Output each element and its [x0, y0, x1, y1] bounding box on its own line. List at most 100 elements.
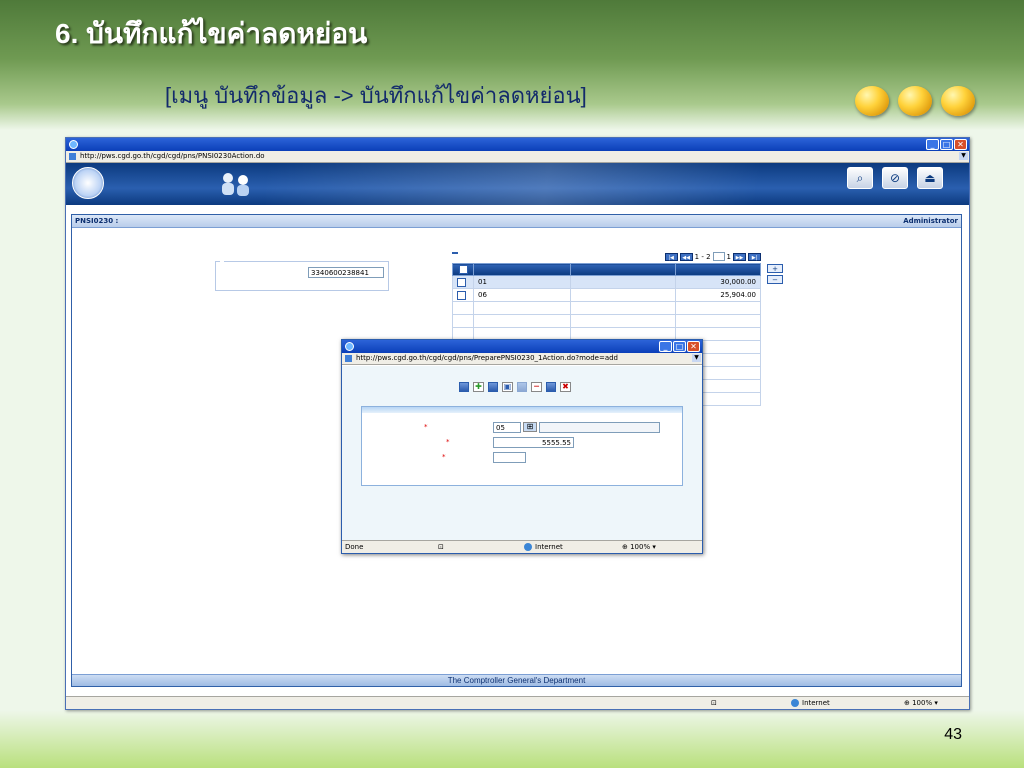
- zoom-control[interactable]: ⊕ 100% ▾: [904, 697, 938, 709]
- row-checkbox-cell[interactable]: [452, 288, 474, 302]
- page-icon: [69, 153, 76, 160]
- close-button[interactable]: ✕: [954, 139, 967, 150]
- popup-toolbar: ✚ ▣ ━ ✖: [459, 382, 571, 392]
- code-label-row: *: [424, 423, 428, 431]
- app-footer: The Comptroller General's Department: [72, 674, 961, 686]
- popup-address-text: http://pws.cgd.go.th/cgd/cgd/pns/Prepare…: [356, 354, 618, 362]
- screen-header: PNSI0230 : Administrator: [72, 215, 961, 228]
- save-icon[interactable]: ▣: [502, 382, 513, 392]
- page-icon: [345, 355, 352, 362]
- exit-button[interactable]: ⏏: [917, 167, 943, 189]
- plus-icon[interactable]: ✚: [473, 382, 484, 392]
- browser-title-bar: _ □ ✕: [66, 138, 969, 151]
- slide-footer-background: [0, 710, 1024, 768]
- popup-title-bar: _ □ ✕: [342, 340, 702, 353]
- popup-close-button[interactable]: ✕: [687, 341, 700, 352]
- cell-code: 06: [473, 288, 571, 302]
- select-all-checkbox[interactable]: [458, 265, 468, 274]
- tab-deductions[interactable]: [452, 252, 458, 254]
- cell-name: [570, 288, 676, 302]
- table-row[interactable]: 06 25,904.00: [452, 288, 761, 302]
- prev-page-button[interactable]: ◀◀: [679, 252, 693, 261]
- cancel-button[interactable]: ⊘: [882, 167, 908, 189]
- address-bar[interactable]: http://pws.cgd.go.th/cgd/cgd/pns/PNSI023…: [66, 151, 969, 163]
- code-description: [539, 422, 660, 433]
- browser-status-bar: ⊡ Internet ⊕ 100% ▾: [66, 696, 969, 709]
- welcome-text: Administrator: [903, 217, 958, 225]
- required-mark: *: [446, 438, 450, 446]
- page-number: 43: [944, 726, 962, 743]
- table-row[interactable]: 01 30,000.00: [452, 275, 761, 289]
- cell-amount: 30,000.00: [675, 275, 761, 289]
- cell-code: 01: [473, 275, 571, 289]
- chevron-down-icon[interactable]: ▼: [959, 152, 968, 160]
- page-input[interactable]: [712, 252, 725, 261]
- add-button[interactable]: [459, 382, 469, 392]
- popup-minimize-button[interactable]: _: [659, 341, 672, 352]
- minus-icon[interactable]: ━: [531, 382, 542, 392]
- cell-amount: 25,904.00: [675, 288, 761, 302]
- address-text: http://pws.cgd.go.th/cgd/cgd/pns/PNSI023…: [80, 152, 265, 160]
- ie-logo-icon: [345, 342, 354, 351]
- persons-input[interactable]: [493, 452, 526, 463]
- popup-address-bar[interactable]: http://pws.cgd.go.th/cgd/cgd/pns/Prepare…: [342, 353, 702, 365]
- col-code: [473, 263, 571, 276]
- persons-label-row: *: [442, 453, 446, 461]
- row-checkbox[interactable]: [457, 277, 466, 287]
- cancel-button[interactable]: [546, 382, 556, 392]
- app-header: ⌕ ⊘ ⏏: [66, 163, 969, 205]
- zone-text: Internet: [535, 543, 563, 551]
- row-checkbox[interactable]: [457, 290, 466, 300]
- last-page-button[interactable]: ▶|: [748, 252, 761, 261]
- select-all-header[interactable]: [452, 263, 474, 276]
- table-row-empty: [452, 314, 761, 328]
- lookup-icon[interactable]: ⊞: [523, 422, 537, 432]
- close-icon[interactable]: ✖: [560, 382, 571, 392]
- delete-button[interactable]: [517, 382, 527, 392]
- decor-ball: [855, 86, 889, 116]
- form-band: [362, 407, 682, 413]
- row-checkbox-cell[interactable]: [452, 275, 474, 289]
- zoom-text: 100%: [630, 543, 651, 551]
- zone-indicator: Internet: [524, 541, 563, 553]
- globe-icon: [524, 543, 532, 551]
- next-page-button[interactable]: ▶▶: [733, 252, 746, 261]
- secure-lock-icon: ⊡: [711, 699, 717, 707]
- save-button[interactable]: [488, 382, 498, 392]
- minimize-button[interactable]: _: [926, 139, 939, 150]
- table-header: [452, 263, 761, 276]
- first-page-button[interactable]: |◀: [664, 252, 678, 261]
- amount-label-row: *: [446, 438, 450, 446]
- slide-title: 6. บันทึกแก้ไขค่าลดหย่อน: [55, 18, 368, 49]
- zoom-control[interactable]: ⊕ 100% ▾: [622, 541, 656, 553]
- ie-logo-icon: [69, 140, 78, 149]
- status-done: Done: [345, 543, 364, 551]
- deduction-form: * 05 ⊞ * 5555.55 *: [361, 406, 683, 486]
- citizen-id-input[interactable]: 3340600238841: [308, 267, 384, 278]
- globe-icon: [791, 699, 799, 707]
- cell-name: [570, 275, 676, 289]
- slide-subtitle: [เมนู บันทึกข้อมูล -> บันทึกแก้ไขค่าลดหย…: [165, 83, 587, 108]
- table-row-empty: [452, 301, 761, 315]
- popup-window: _ □ ✕ http://pws.cgd.go.th/cgd/cgd/pns/P…: [341, 339, 703, 554]
- col-amount: [675, 263, 761, 276]
- amount-input[interactable]: 5555.55: [493, 437, 574, 448]
- add-row-button[interactable]: +: [767, 264, 783, 273]
- people-icon: [222, 173, 249, 196]
- decor-ball: [898, 86, 932, 116]
- code-input[interactable]: 05: [493, 422, 521, 433]
- decor-ball: [941, 86, 975, 116]
- condition-fieldset: 3340600238841: [215, 261, 389, 291]
- maximize-button[interactable]: □: [940, 139, 953, 150]
- screen-code: PNSI0230 :: [75, 217, 119, 225]
- required-mark: *: [442, 453, 446, 461]
- popup-status-bar: Done ⊡ Internet ⊕ 100% ▾: [342, 540, 702, 553]
- zoom-text: 100%: [912, 699, 933, 707]
- chevron-down-icon[interactable]: ▼: [692, 354, 701, 362]
- zone-indicator: Internet: [791, 697, 830, 709]
- col-name: [570, 263, 676, 276]
- popup-maximize-button[interactable]: □: [673, 341, 686, 352]
- search-button[interactable]: ⌕: [847, 167, 873, 189]
- remove-row-button[interactable]: −: [767, 275, 783, 284]
- zone-text: Internet: [802, 699, 830, 707]
